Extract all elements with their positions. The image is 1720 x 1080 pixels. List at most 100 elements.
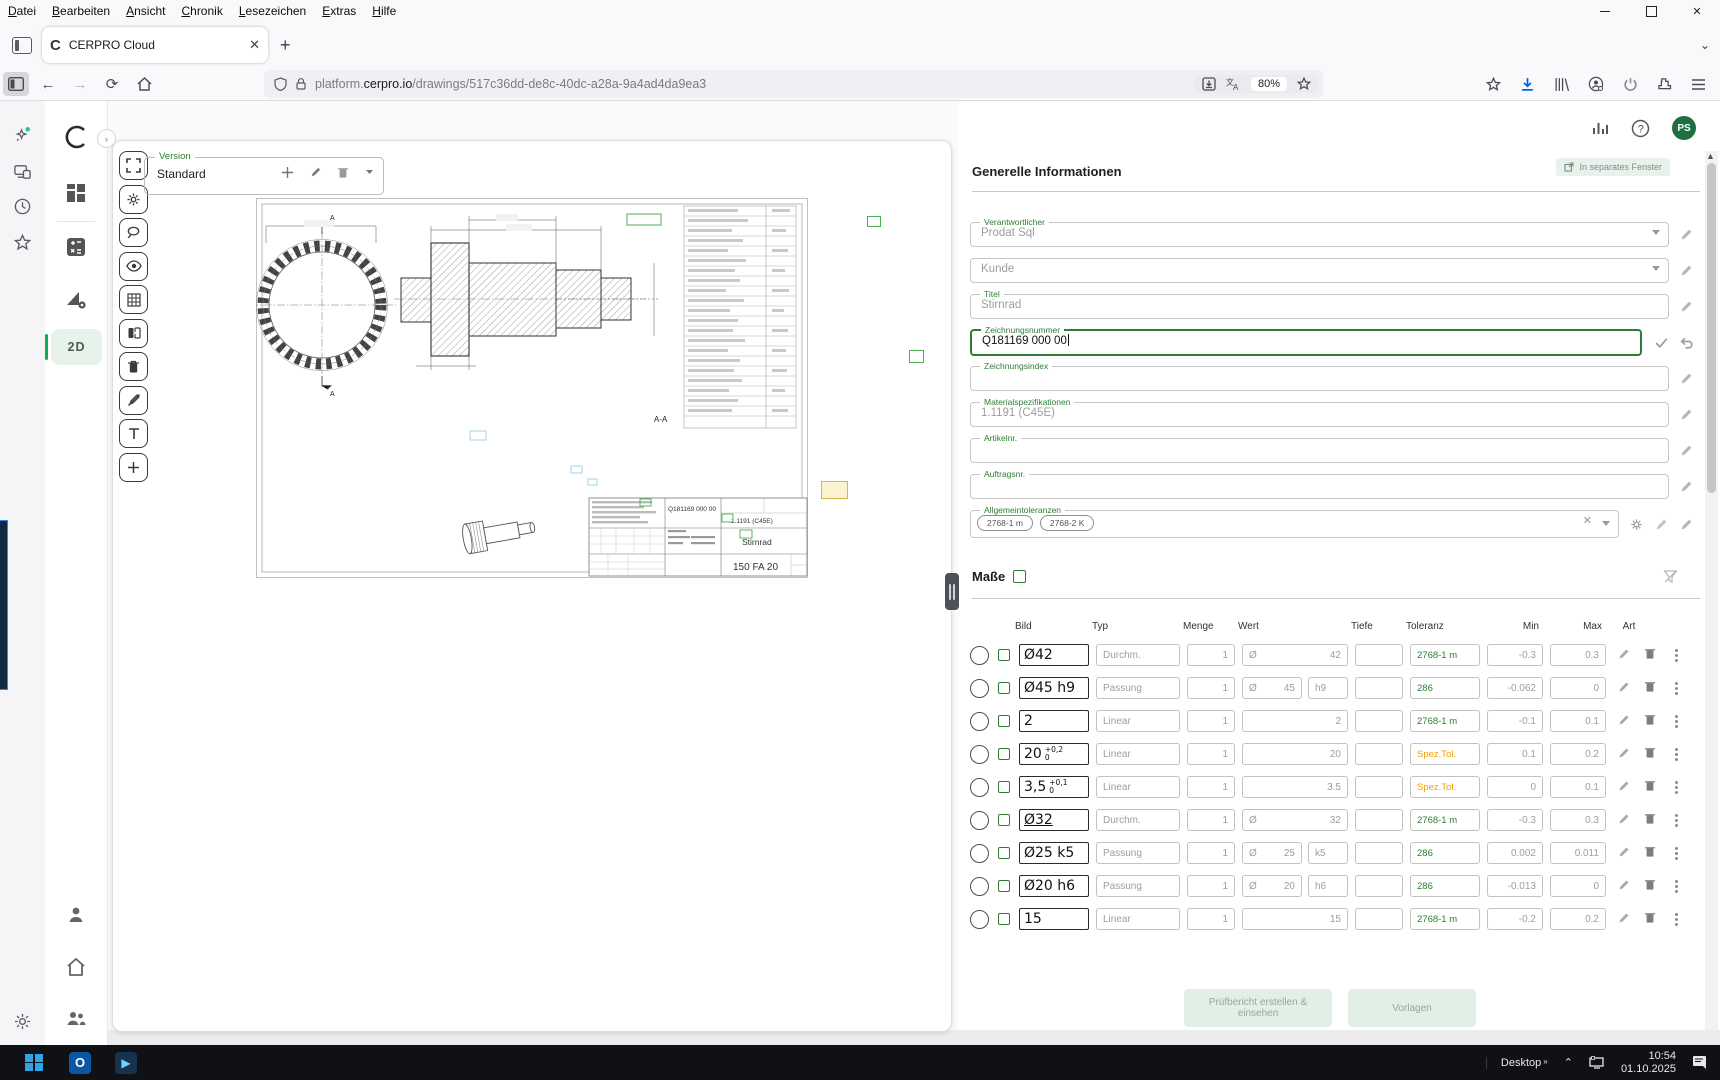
edit-pencil-icon[interactable]	[1679, 371, 1694, 386]
row-more-menu-icon[interactable]	[1671, 781, 1681, 794]
create-report-button[interactable]: Prüfbericht erstellen & einsehen	[1184, 989, 1332, 1027]
max-input[interactable]: 0	[1550, 875, 1606, 897]
downloads-icon[interactable]	[1520, 77, 1535, 92]
compare-pages-icon[interactable]	[119, 319, 148, 348]
bild-input[interactable]: 15	[1019, 908, 1089, 930]
taskbar-app-icon[interactable]: ▶	[114, 1051, 138, 1075]
row-delete-trash-icon[interactable]	[1644, 878, 1660, 894]
tiefe-input[interactable]	[1355, 743, 1403, 765]
row-delete-trash-icon[interactable]	[1644, 911, 1660, 927]
masse-select-all-checkbox[interactable]	[1013, 570, 1026, 583]
row-edit-pencil-icon[interactable]	[1617, 845, 1633, 861]
grid-table-icon[interactable]	[119, 285, 148, 314]
url-bar[interactable]: platform.cerpro.io/drawings/517c36dd-de8…	[264, 70, 1323, 98]
bild-input[interactable]: 3,5+0,10	[1019, 776, 1089, 798]
row-more-menu-icon[interactable]	[1671, 847, 1681, 860]
toleranz-input[interactable]: Spez.Tol.	[1410, 776, 1480, 798]
visibility-eye-icon[interactable]	[119, 252, 148, 281]
panel-resize-handle[interactable]	[945, 573, 959, 610]
toleranz-input[interactable]: 2768-1 m	[1410, 710, 1480, 732]
edit-pencil-icon[interactable]	[1654, 517, 1669, 532]
lasso-select-icon[interactable]	[119, 218, 148, 247]
wert-input[interactable]: Ø42	[1242, 644, 1348, 666]
toleranz-input[interactable]: 286	[1410, 875, 1480, 897]
sidebar-item-2d[interactable]: 2D	[51, 329, 102, 365]
row-edit-pencil-icon[interactable]	[1617, 878, 1633, 894]
wert-input[interactable]: Ø20	[1242, 875, 1302, 897]
min-input[interactable]: -0.3	[1487, 809, 1543, 831]
library-icon[interactable]	[1554, 77, 1569, 92]
wert-input[interactable]: 3.5	[1242, 776, 1348, 798]
window-maximize-button[interactable]	[1628, 0, 1674, 22]
docked-window-edge[interactable]	[0, 520, 8, 690]
panel-scrollbar[interactable]: ▲	[1705, 151, 1718, 1030]
version-add-icon[interactable]	[281, 166, 294, 179]
zeichnungsnummer-field[interactable]: Zeichnungsnummer Q181169 000 00	[970, 329, 1642, 356]
save-page-icon[interactable]	[1202, 77, 1216, 91]
version-field[interactable]: Version Standard	[144, 157, 384, 195]
toleranz-input[interactable]: 2768-1 m	[1410, 908, 1480, 930]
desktop-switcher[interactable]: Desktop»	[1486, 1057, 1548, 1069]
wert-input[interactable]: 15	[1242, 908, 1348, 930]
taskbar-clock[interactable]: 10:54 01.10.2025	[1621, 1050, 1676, 1076]
tolerance-chip[interactable]: 2768-1 m	[977, 515, 1033, 531]
row-checkbox[interactable]	[998, 880, 1010, 892]
row-edit-pencil-icon[interactable]	[1617, 812, 1633, 828]
tiefe-input[interactable]	[1355, 677, 1403, 699]
row-edit-pencil-icon[interactable]	[1617, 713, 1633, 729]
edit-pencil-icon[interactable]	[1679, 263, 1694, 278]
row-more-menu-icon[interactable]	[1671, 715, 1681, 728]
bookmarks-menu-icon[interactable]	[1486, 77, 1501, 92]
user-avatar[interactable]: PS	[1672, 116, 1696, 140]
menu-hilfe[interactable]: Hilfe	[364, 4, 404, 18]
row-checkbox[interactable]	[998, 781, 1010, 793]
min-input[interactable]: -0.062	[1487, 677, 1543, 699]
team-icon[interactable]	[64, 1006, 88, 1030]
hamburger-menu-icon[interactable]	[1691, 78, 1706, 91]
undo-icon[interactable]	[1679, 335, 1694, 350]
version-edit-icon[interactable]	[309, 166, 322, 179]
toleranz-input[interactable]: Spez.Tol.	[1410, 743, 1480, 765]
tiefe-input[interactable]	[1355, 776, 1403, 798]
max-input[interactable]: 0.3	[1550, 644, 1606, 666]
fit-input[interactable]: h9	[1308, 677, 1348, 699]
menge-input[interactable]: 1	[1187, 776, 1235, 798]
row-edit-pencil-icon[interactable]	[1617, 680, 1633, 696]
sidebar-collapse-button[interactable]: ›	[97, 129, 116, 148]
confirm-check-icon[interactable]	[1654, 335, 1669, 350]
open-separate-window-button[interactable]: In separates Fenster	[1556, 158, 1670, 176]
tiefe-input[interactable]	[1355, 842, 1403, 864]
network-display-icon[interactable]	[1589, 1056, 1605, 1070]
dropdown-caret-icon[interactable]	[1602, 521, 1610, 526]
wert-input[interactable]: 2	[1242, 710, 1348, 732]
row-radio[interactable]	[970, 811, 989, 830]
filter-off-icon[interactable]	[1663, 569, 1678, 584]
text-tool-icon[interactable]	[119, 419, 148, 448]
bookmark-star-icon[interactable]	[1297, 77, 1311, 91]
row-radio[interactable]	[970, 877, 989, 896]
home-icon[interactable]	[131, 72, 157, 96]
wert-input[interactable]: 20	[1242, 743, 1348, 765]
max-input[interactable]: 0.2	[1550, 908, 1606, 930]
row-radio[interactable]	[970, 745, 989, 764]
sidebar-settings-gear-icon[interactable]	[13, 1012, 32, 1031]
start-button[interactable]	[22, 1051, 46, 1075]
min-input[interactable]: 0.1	[1487, 743, 1543, 765]
tab-close-icon[interactable]: ✕	[249, 37, 260, 53]
menu-datei[interactable]: Datei	[0, 4, 44, 18]
max-input[interactable]: 0.1	[1550, 710, 1606, 732]
edit-pencil-icon[interactable]	[1679, 227, 1694, 242]
row-more-menu-icon[interactable]	[1671, 682, 1681, 695]
typ-input[interactable]: Linear	[1096, 908, 1180, 930]
new-tab-button[interactable]: +	[268, 35, 303, 56]
toleranz-input[interactable]: 286	[1410, 677, 1480, 699]
max-input[interactable]: 0.011	[1550, 842, 1606, 864]
tolerance-settings-gear-icon[interactable]	[1629, 517, 1644, 532]
version-delete-icon[interactable]	[337, 166, 349, 179]
row-checkbox[interactable]	[998, 847, 1010, 859]
toleranz-input[interactable]: 2768-1 m	[1410, 644, 1480, 666]
add-tool-icon[interactable]	[119, 453, 148, 482]
row-more-menu-icon[interactable]	[1671, 880, 1681, 893]
menge-input[interactable]: 1	[1187, 809, 1235, 831]
bild-input[interactable]: Ø45 h9	[1019, 677, 1089, 699]
